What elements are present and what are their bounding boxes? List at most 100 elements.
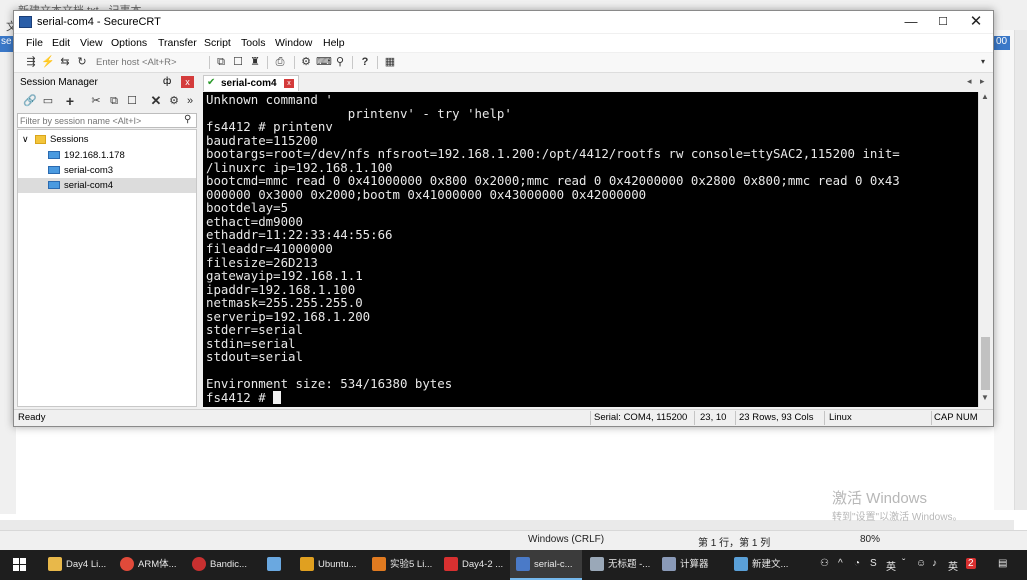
print-icon[interactable]: ⎙ (273, 55, 287, 69)
quick-connect-icon[interactable]: ⚡ (41, 55, 55, 69)
taskbar-item-bandicam[interactable]: Bandic... (186, 550, 256, 580)
toolbar-separator (377, 56, 378, 69)
new-session-window-icon[interactable]: ▭ (41, 94, 55, 108)
menu-script[interactable]: Script (204, 37, 231, 49)
session-filter-input[interactable] (20, 115, 180, 127)
taskbar-item-ubuntu[interactable]: Ubuntu... (294, 550, 364, 580)
scrollbar-thumb[interactable] (981, 337, 990, 390)
search-icon[interactable]: ⚲ (184, 114, 191, 125)
calculator-icon (662, 557, 676, 571)
taskbar-item-paint[interactable] (258, 550, 290, 580)
windows-start-icon[interactable] (13, 558, 27, 572)
session-tab-bar: ✔ serial-com4 x ◂ ▸ (201, 74, 992, 91)
taskbar-item-lab5[interactable]: 实验5 Li... (366, 550, 436, 580)
toolbar-separator (209, 56, 210, 69)
tree-item-session[interactable]: 192.168.1.178 (18, 148, 196, 163)
session-filter-box[interactable]: ⚲ (17, 113, 197, 128)
global-options-icon[interactable]: ⌨ (316, 55, 332, 69)
sftp-icon[interactable]: ⚲ (333, 55, 347, 69)
tree-folder-sessions[interactable]: ∨ Sessions (18, 132, 196, 147)
properties-gear-icon[interactable]: ⚙ (167, 94, 181, 108)
session-manager-toolbar: 🔗 ▭ + ✂ ⧉ ☐ ✕ ⚙ » (15, 92, 197, 112)
taskbar-item-securecrt[interactable]: serial-c... (510, 550, 582, 580)
maximize-button[interactable]: ☐ (926, 11, 960, 33)
reconnect-icon[interactable]: ↻ (75, 55, 89, 69)
copy-icon[interactable]: ⧉ (214, 55, 228, 69)
add-session-icon[interactable]: + (63, 94, 77, 108)
session-manager-close-button[interactable]: x (181, 76, 194, 88)
ime-mode[interactable]: 英 (886, 558, 896, 573)
terminal-line: printenv' - try 'help' (206, 105, 512, 121)
taskbar-item-label: Day4-2 ... (462, 559, 504, 570)
chevron-down-icon[interactable]: ∨ (22, 132, 29, 147)
computer-icon (48, 151, 60, 159)
status-num: NUM (956, 412, 978, 423)
copy-session-icon[interactable]: ⧉ (107, 94, 121, 108)
taskbar-item-untitled[interactable]: 无标题 -... (584, 550, 654, 580)
taskbar-item-chrome[interactable]: ARM体... (114, 550, 184, 580)
find-icon[interactable]: ♜ (248, 55, 262, 69)
people-icon[interactable]: ⚇ (820, 558, 829, 569)
taskbar-item-day4-linux[interactable]: Day4 Li... (42, 550, 112, 580)
close-button[interactable]: ✕ (959, 11, 993, 33)
menu-file[interactable]: File (26, 37, 43, 49)
background-window-right-tab[interactable]: 00 (994, 36, 1010, 50)
taskbar-item-day4-2[interactable]: Day4-2 ... (438, 550, 508, 580)
link-icon[interactable]: 🔗 (23, 94, 37, 108)
delete-icon[interactable]: ✕ (149, 94, 163, 108)
status-ready: Ready (18, 412, 46, 423)
scroll-down-icon[interactable]: ▼ (981, 393, 989, 402)
taskbar-item-label: serial-c... (534, 559, 573, 570)
notification-badge[interactable]: 2 (966, 558, 976, 569)
terminal-line: serverip=192.168.1.200 (206, 308, 371, 324)
terminal-scrollbar[interactable]: ▲ ▼ (978, 92, 992, 407)
tree-item-session-selected[interactable]: serial-com4 (18, 178, 196, 193)
menu-window[interactable]: Window (275, 37, 312, 49)
window-title: serial-com4 - SecureCRT (37, 16, 161, 28)
connect-icon[interactable]: ⇶ (24, 55, 38, 69)
minimize-button[interactable]: — (894, 11, 928, 33)
session-manager-header: Session Manager ф x (15, 74, 197, 91)
language-indicator[interactable]: 英 (948, 558, 958, 573)
folder-icon (35, 135, 46, 144)
connect-tab-icon[interactable]: ⇆ (58, 55, 72, 69)
settings-gear-icon[interactable]: ⚙ (299, 55, 313, 69)
menu-options[interactable]: Options (111, 37, 147, 49)
pin-icon[interactable]: ф (163, 76, 171, 87)
tree-item-session[interactable]: serial-com3 (18, 163, 196, 178)
action-center-icon[interactable]: ▤ (998, 558, 1007, 569)
network-icon[interactable]: ◔ (854, 558, 860, 569)
terminal-prompt: fs4412 # (206, 390, 274, 406)
punctuation-icon[interactable]: ˇ (902, 558, 905, 569)
toolbar-overflow-icon[interactable]: ▾ (976, 55, 990, 69)
tray-chevron-icon[interactable]: ^ (838, 558, 843, 569)
menu-tools[interactable]: Tools (241, 37, 266, 49)
title-bar[interactable]: serial-com4 - SecureCRT — ☐ ✕ (14, 11, 993, 33)
terminal-screen[interactable]: Unknown command ' printenv' - try 'help'… (203, 92, 978, 407)
menu-transfer[interactable]: Transfer (158, 37, 197, 49)
host-input[interactable] (96, 56, 196, 69)
sogou-ime-icon[interactable]: S (870, 558, 877, 569)
securecrt-window: serial-com4 - SecureCRT — ☐ ✕ File Edit … (13, 10, 994, 427)
cut-icon[interactable]: ✂ (89, 94, 103, 108)
status-cap: CAP (934, 412, 954, 423)
scroll-up-icon[interactable]: ▲ (981, 92, 989, 101)
paste-icon[interactable]: ☐ (231, 55, 245, 69)
paste-session-icon[interactable]: ☐ (125, 94, 139, 108)
tab-serial-com4[interactable]: ✔ serial-com4 x (203, 75, 299, 91)
tab-scroll-right-icon[interactable]: ▸ (980, 76, 985, 87)
menu-view[interactable]: View (80, 37, 103, 49)
notepad-zoom: 80% (860, 534, 881, 545)
volume-icon[interactable]: ♪ (932, 558, 937, 569)
tab-close-button[interactable]: x (284, 79, 294, 88)
taskbar-item-calculator[interactable]: 计算器 (656, 550, 726, 580)
menu-edit[interactable]: Edit (52, 37, 70, 49)
background-window-scrollbar[interactable] (1014, 30, 1027, 510)
mic-icon[interactable]: ☺ (916, 558, 926, 569)
taskbar-item-notepad[interactable]: 新建文... (728, 550, 798, 580)
menu-help[interactable]: Help (323, 37, 345, 49)
help-icon[interactable]: ? (358, 55, 372, 69)
more-chevron-icon[interactable]: » (183, 94, 197, 108)
tab-scroll-left-icon[interactable]: ◂ (967, 76, 972, 87)
keymap-icon[interactable]: ▦ (383, 55, 397, 69)
